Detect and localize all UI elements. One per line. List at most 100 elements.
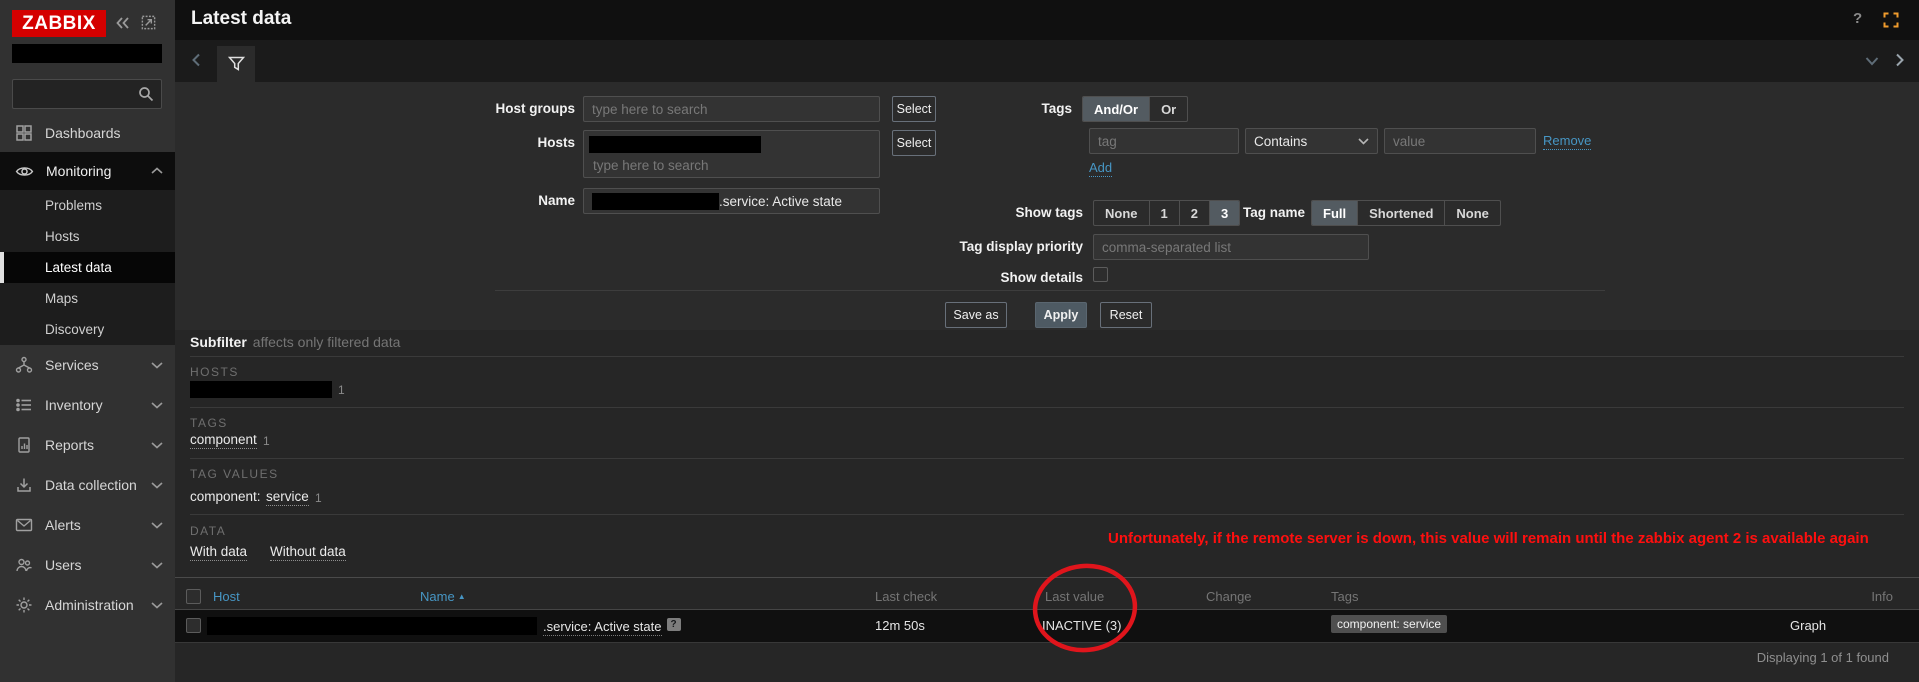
chevron-down-icon	[151, 361, 163, 369]
tag-operator-select[interactable]: Contains	[1245, 128, 1378, 154]
sort-asc-icon: ▲	[457, 592, 466, 601]
alerts-envelope-icon	[15, 516, 33, 534]
reports-icon	[15, 436, 33, 454]
sidebar-item-discovery[interactable]: Discovery	[0, 314, 175, 345]
zabbix-logo[interactable]: ZABBIX	[12, 10, 106, 37]
table-bottom-border	[175, 642, 1919, 643]
tag-name-none[interactable]: None	[1445, 201, 1500, 225]
sidebar-item-label: Dashboards	[45, 125, 121, 141]
filter-tab[interactable]	[217, 46, 255, 82]
chevron-down-icon	[151, 401, 163, 409]
popout-sidebar-icon[interactable]	[140, 14, 157, 31]
sidebar-item-administration[interactable]: Administration	[0, 585, 175, 625]
redacted-subfilter-host[interactable]	[190, 381, 332, 398]
show-details-checkbox[interactable]	[1093, 267, 1108, 282]
column-header-name[interactable]: Name ▲	[420, 589, 466, 604]
reset-button[interactable]: Reset	[1100, 302, 1152, 328]
subfilter-tag-value-key: component:	[190, 489, 261, 504]
subfilter-title: Subfilter affects only filtered data	[190, 334, 400, 350]
data-collection-icon	[15, 476, 33, 494]
tags-mode-or[interactable]: Or	[1150, 97, 1187, 121]
redacted-user-label	[12, 44, 162, 63]
column-header-last-value: Last value	[1045, 589, 1105, 604]
sidebar-nav: Dashboards Monitoring Problems Hosts Lat…	[0, 114, 175, 625]
subfilter-subtitle: affects only filtered data	[252, 334, 401, 350]
apply-button[interactable]: Apply	[1035, 302, 1087, 328]
inventory-icon	[15, 396, 33, 414]
sidebar-search[interactable]	[12, 79, 162, 109]
show-tags-none[interactable]: None	[1094, 201, 1150, 225]
page-title: Latest data	[191, 8, 292, 29]
item-name-link[interactable]: .service: Active state	[543, 619, 662, 636]
search-icon	[137, 85, 155, 103]
sidebar-item-hosts[interactable]: Hosts	[0, 221, 175, 252]
show-details-label: Show details	[1000, 270, 1083, 285]
filter-collapse-icon[interactable]	[1865, 56, 1879, 66]
hosts-select-button[interactable]: Select	[892, 130, 936, 156]
last-check-cell: 12m 50s	[875, 618, 925, 633]
filter-tabs-prev-icon[interactable]	[191, 53, 201, 67]
hint-icon[interactable]: ?	[666, 618, 681, 631]
graph-link[interactable]: Graph	[1790, 618, 1826, 633]
sidebar-item-services[interactable]: Services	[0, 345, 175, 385]
tag-add-link[interactable]: Add	[1089, 160, 1113, 177]
sidebar-item-label: Reports	[45, 437, 95, 453]
chevron-down-icon	[151, 561, 163, 569]
sidebar-item-inventory[interactable]: Inventory	[0, 385, 175, 425]
kiosk-mode-icon[interactable]	[1881, 10, 1901, 30]
sub-item-label: Latest data	[45, 260, 112, 275]
subfilter-tag-link[interactable]: component	[190, 432, 257, 449]
sidebar-item-dashboards[interactable]: Dashboards	[0, 114, 175, 152]
row-checkbox[interactable]	[186, 618, 201, 633]
tag-display-priority-input[interactable]	[1093, 234, 1369, 260]
collapse-sidebar-icon[interactable]	[114, 14, 132, 32]
tag-input[interactable]	[1089, 128, 1239, 154]
host-groups-input[interactable]	[583, 96, 880, 122]
sidebar-item-maps[interactable]: Maps	[0, 283, 175, 314]
tag-value-input[interactable]	[1384, 128, 1536, 154]
tag-name-segmented: Full Shortened None	[1311, 200, 1501, 226]
chevron-up-icon	[151, 167, 163, 175]
sidebar-item-monitoring[interactable]: Monitoring	[0, 152, 175, 190]
sidebar-item-label: Users	[45, 557, 82, 573]
tags-mode-andor[interactable]: And/Or	[1083, 97, 1151, 121]
filter-tabs-next-icon[interactable]	[1895, 53, 1905, 67]
filter-tab-bar	[175, 40, 1919, 82]
sidebar-item-data-collection[interactable]: Data collection	[0, 465, 175, 505]
sidebar-item-latest-data[interactable]: Latest data	[0, 252, 175, 283]
sidebar-item-reports[interactable]: Reports	[0, 425, 175, 465]
table-row: .service: Active state? 12m 50s INACTIVE…	[175, 610, 1919, 642]
select-all-checkbox[interactable]	[186, 589, 201, 604]
subfilter-tag-value-link[interactable]: service	[266, 489, 309, 506]
item-name-cell[interactable]: .service: Active state?	[543, 618, 681, 636]
sidebar-item-problems[interactable]: Problems	[0, 190, 175, 221]
column-header-host[interactable]: Host	[213, 589, 240, 604]
subfilter-without-data-link[interactable]: Without data	[270, 544, 346, 561]
sidebar-item-label: Inventory	[45, 397, 103, 413]
sidebar-item-alerts[interactable]: Alerts	[0, 505, 175, 545]
tag-remove-link[interactable]: Remove	[1543, 133, 1592, 150]
tag-name-full[interactable]: Full	[1312, 201, 1359, 225]
subfilter-tags-heading: TAGS	[190, 416, 228, 430]
chevron-down-icon	[151, 601, 163, 609]
search-input[interactable]	[13, 80, 143, 106]
separator	[190, 407, 1904, 408]
users-icon	[15, 556, 33, 574]
name-input[interactable]: .service: Active state	[583, 188, 880, 214]
tag-name-shortened[interactable]: Shortened	[1358, 201, 1446, 225]
sidebar-item-users[interactable]: Users	[0, 545, 175, 585]
table-top-border	[175, 577, 1919, 578]
help-icon[interactable]: ?	[1853, 10, 1862, 27]
chevron-down-icon	[1358, 137, 1369, 145]
tag-chip[interactable]: component: service	[1331, 615, 1448, 633]
monitoring-eye-icon	[15, 162, 34, 181]
subfilter-with-data-link[interactable]: With data	[190, 544, 248, 561]
save-as-button[interactable]: Save as	[945, 302, 1007, 328]
hosts-multiselect[interactable]: type here to search	[583, 130, 880, 178]
host-groups-label: Host groups	[495, 101, 576, 116]
column-header-info: Info	[1871, 589, 1893, 604]
name-label: Name	[538, 193, 575, 208]
administration-gear-icon	[15, 596, 33, 614]
redacted-host-chip[interactable]	[589, 136, 761, 153]
subfilter-tag-value-count: 1	[315, 491, 322, 505]
